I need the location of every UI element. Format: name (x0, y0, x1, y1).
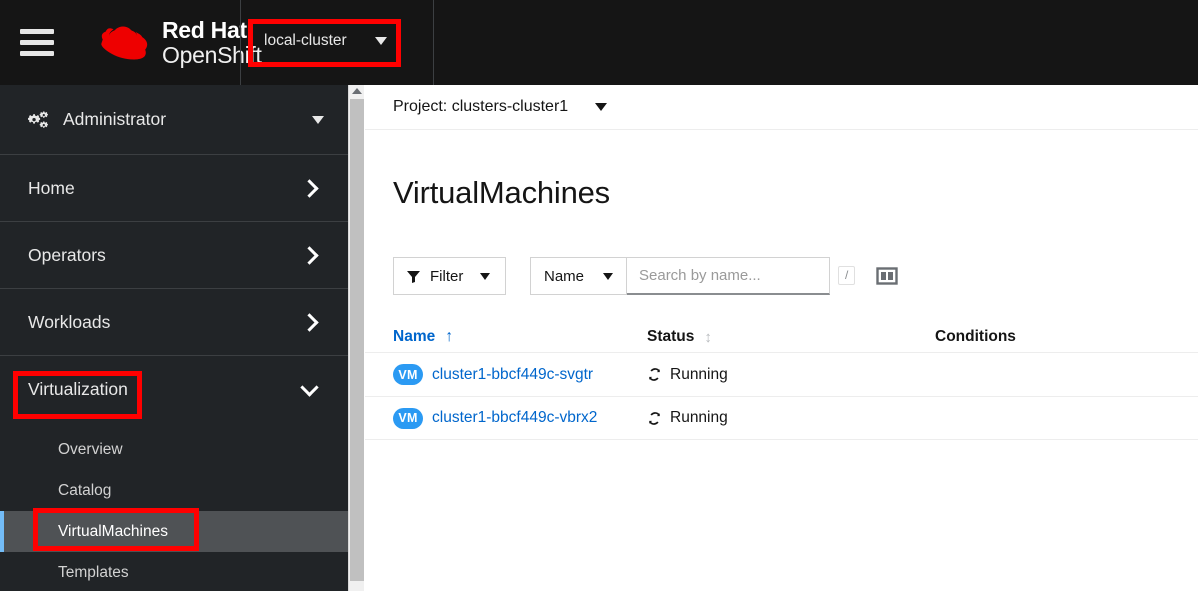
sidebar-item-label: Operators (28, 244, 106, 265)
perspective-switcher[interactable]: Administrator (0, 85, 348, 155)
sync-icon (649, 368, 660, 381)
column-header-name[interactable]: Name ↑ (393, 328, 647, 346)
chevron-right-icon (300, 178, 319, 198)
column-header-conditions[interactable]: Conditions (935, 328, 1165, 346)
table-cell-status: Running (647, 409, 935, 427)
sidebar-item-virtualmachines[interactable]: VirtualMachines (0, 511, 348, 552)
sidebar-item-label: Overview (58, 440, 123, 458)
cogs-icon (28, 110, 48, 128)
perspective-label: Administrator (63, 109, 167, 129)
sidebar-item-label: Virtualization (28, 379, 128, 399)
chevron-right-icon (300, 245, 319, 265)
chevron-right-icon (300, 312, 319, 332)
sort-ascending-icon: ↑ (445, 328, 454, 345)
brand-logo[interactable]: Red Hat OpenShift (96, 0, 262, 85)
table-cell-name: VM cluster1-bbcf449c-svgtr (393, 364, 647, 385)
filter-button[interactable]: Filter (393, 257, 506, 295)
sidebar-item-label: Workloads (28, 311, 111, 332)
column-header-label: Name (393, 328, 436, 345)
status-label: Running (670, 409, 728, 426)
sidebar-item-workloads[interactable]: Workloads (0, 289, 348, 356)
sidebar-item-label: Templates (58, 563, 129, 581)
table-row[interactable]: VM cluster1-bbcf449c-vbrx2 Running (365, 396, 1198, 440)
hamburger-icon[interactable] (20, 29, 76, 56)
search-filter-group: Name / (530, 257, 856, 295)
sidebar-item-overview[interactable]: Overview (0, 429, 348, 470)
sidebar-item-operators[interactable]: Operators (0, 222, 348, 289)
cluster-selector-label: local-cluster (264, 32, 347, 49)
vm-name-link[interactable]: cluster1-bbcf449c-svgtr (432, 366, 593, 384)
sidebar-item-home[interactable]: Home (0, 155, 348, 222)
search-input[interactable] (639, 267, 838, 284)
filter-button-label: Filter (430, 267, 464, 285)
cluster-selector-dropdown[interactable]: local-cluster (262, 28, 389, 54)
sidebar-item-label: Home (28, 177, 75, 198)
column-header-label: Conditions (935, 328, 1016, 345)
openshift-console: Red Hat OpenShift local-cluster Administ… (0, 0, 1198, 591)
search-shortcut-badge: / (838, 266, 856, 285)
search-box: / (627, 257, 856, 295)
chevron-down-icon (312, 115, 324, 124)
sidebar-item-catalog[interactable]: Catalog (0, 470, 348, 511)
brand-text: Red Hat OpenShift (162, 18, 262, 66)
hamburger-bar (20, 29, 54, 34)
table-cell-status: Running (647, 366, 935, 384)
vm-badge: VM (393, 364, 423, 385)
scroll-up-arrow-icon[interactable] (352, 88, 362, 94)
scrollbar-thumb[interactable] (350, 99, 364, 581)
chevron-down-icon (603, 272, 613, 280)
chevron-down-icon[interactable] (595, 103, 608, 111)
sidebar-item-label: VirtualMachines (58, 522, 168, 540)
virtualmachines-table: Name ↑ Status ↕ Conditions VM cluster1-b… (365, 322, 1198, 440)
sidebar-item-templates[interactable]: Templates (0, 552, 348, 591)
sidebar-item-label: Catalog (58, 481, 112, 499)
page-title: VirtualMachines (393, 175, 610, 210)
masthead-divider (240, 0, 241, 85)
sidebar-item-virtualization[interactable]: Virtualization (0, 356, 348, 423)
project-selector-label[interactable]: Project: clusters-cluster1 (393, 98, 568, 116)
vm-badge: VM (393, 407, 423, 429)
chevron-down-icon (480, 272, 491, 280)
chevron-down-icon (300, 377, 319, 397)
project-selector-bar: Project: clusters-cluster1 (365, 85, 1198, 130)
sidebar-navigation: Administrator Home Operators Workloads V… (0, 85, 348, 591)
list-toolbar: Filter Name / (365, 211, 1198, 295)
masthead: Red Hat OpenShift local-cluster (0, 0, 1198, 85)
status-label: Running (670, 365, 728, 383)
search-attribute-label: Name (544, 267, 585, 285)
vm-name-link[interactable]: cluster1-bbcf449c-vbrx2 (432, 409, 597, 427)
sidebar-scrollbar[interactable] (348, 85, 364, 591)
hamburger-bar (20, 40, 54, 45)
column-header-label: Status (647, 328, 695, 345)
sort-unsorted-icon: ↕ (704, 328, 712, 346)
filter-icon (407, 270, 420, 283)
column-header-status[interactable]: Status ↕ (647, 328, 935, 346)
brand-name-openshift: OpenShift (162, 41, 262, 68)
table-header-row: Name ↑ Status ↕ Conditions (365, 322, 1198, 352)
column-management-icon[interactable] (876, 266, 898, 286)
chevron-down-icon (374, 37, 387, 45)
red-hat-logo-icon (101, 26, 148, 59)
masthead-divider (433, 0, 434, 85)
sync-icon (649, 411, 660, 425)
table-row[interactable]: VM cluster1-bbcf449c-svgtr Running (365, 352, 1198, 396)
hamburger-bar (20, 51, 54, 56)
brand-name-redhat: Red Hat (162, 17, 247, 44)
table-cell-name: VM cluster1-bbcf449c-vbrx2 (393, 407, 647, 429)
search-attribute-dropdown[interactable]: Name (530, 257, 627, 295)
main-content: Project: clusters-cluster1 VirtualMachin… (365, 85, 1198, 591)
